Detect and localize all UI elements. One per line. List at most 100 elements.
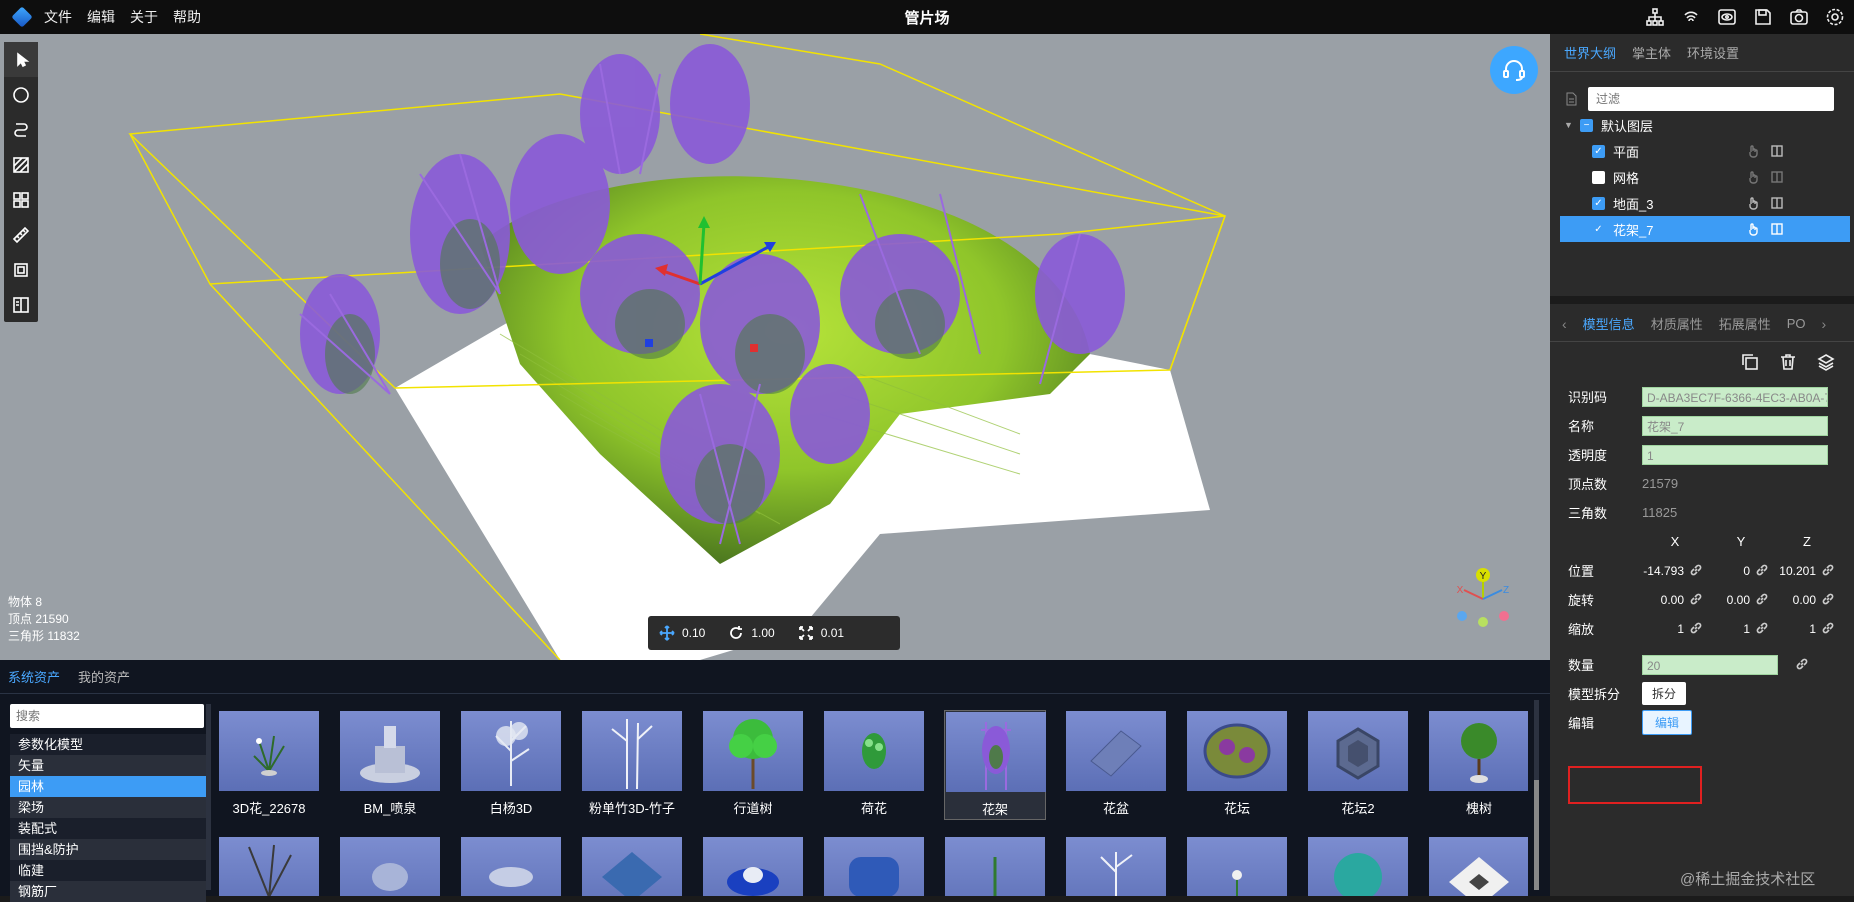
category-temporary[interactable]: 临建	[10, 860, 206, 881]
tree-root-layer[interactable]: ▼ − 默认图层	[1560, 112, 1850, 138]
layer-checkbox[interactable]: −	[1580, 118, 1593, 132]
category-garden[interactable]: 园林	[10, 776, 206, 797]
tab-material[interactable]: 材质属性	[1651, 314, 1703, 333]
edit-button[interactable]: 编辑	[1642, 710, 1693, 735]
category-prefab[interactable]: 装配式	[10, 818, 206, 839]
caret-down-icon[interactable]: ▼	[1564, 120, 1574, 130]
tab-po[interactable]: PO	[1787, 316, 1806, 331]
asset-item[interactable]	[1186, 836, 1288, 896]
asset-item[interactable]	[339, 836, 441, 896]
support-button[interactable]	[1490, 46, 1538, 94]
asset-item[interactable]: 3D花_22678	[218, 710, 320, 820]
node-checkbox[interactable]	[1592, 170, 1605, 184]
area-tool[interactable]	[4, 147, 38, 182]
asset-item[interactable]: 粉单竹3D-竹子	[581, 710, 683, 820]
rotate-step-value[interactable]: 1.00	[751, 626, 774, 640]
hierarchy-icon[interactable]	[1644, 6, 1666, 28]
tree-node-flower-frame[interactable]: ✓ 花架_7	[1560, 216, 1850, 242]
asset-item[interactable]	[1307, 836, 1409, 896]
link-icon[interactable]	[1756, 564, 1770, 578]
link-icon[interactable]	[1756, 593, 1770, 607]
asset-scrollbar[interactable]	[1534, 700, 1539, 890]
scale-y-field[interactable]: 1	[1708, 622, 1774, 636]
layers-icon[interactable]	[1816, 352, 1836, 372]
tree-node-ground[interactable]: ✓ 地面_3	[1560, 190, 1850, 216]
scale-icon[interactable]	[797, 624, 815, 642]
book-icon[interactable]	[1770, 196, 1784, 210]
link-icon[interactable]	[1690, 593, 1704, 607]
node-checkbox[interactable]: ✓	[1592, 222, 1605, 236]
tab-my-assets[interactable]: 我的资产	[78, 667, 130, 686]
count-field[interactable]: 20	[1642, 654, 1778, 675]
trash-icon[interactable]	[1778, 352, 1798, 372]
asset-item[interactable]: 白杨3D	[460, 710, 562, 820]
asset-item[interactable]	[581, 836, 683, 896]
asset-item[interactable]: BM_喷泉	[339, 710, 441, 820]
rotation-z-field[interactable]: 0.00	[1774, 593, 1840, 607]
category-parametric[interactable]: 参数化模型	[10, 734, 206, 755]
asset-item[interactable]	[218, 836, 320, 896]
asset-item[interactable]: 花坛	[1186, 710, 1288, 820]
tree-node-plane[interactable]: ✓ 平面	[1560, 138, 1850, 164]
hand-icon[interactable]	[1746, 170, 1760, 184]
book-icon[interactable]	[1770, 144, 1784, 158]
asset-item[interactable]: 槐树	[1428, 710, 1528, 820]
category-vector[interactable]: 矢量	[10, 755, 206, 776]
asset-item[interactable]	[823, 836, 925, 896]
menu-about[interactable]: 关于	[130, 7, 158, 27]
link-icon[interactable]	[1756, 622, 1770, 636]
link-icon[interactable]	[1796, 658, 1810, 672]
position-x-field[interactable]: -14.793	[1642, 564, 1708, 578]
save-icon[interactable]	[1752, 6, 1774, 28]
menu-file[interactable]: 文件	[44, 7, 72, 27]
hand-icon[interactable]	[1746, 196, 1760, 210]
tab-subject[interactable]: 掌主体	[1632, 43, 1671, 62]
eye-icon[interactable]	[1716, 6, 1738, 28]
rotation-x-field[interactable]: 0.00	[1642, 593, 1708, 607]
chevron-right-icon[interactable]: ›	[1822, 316, 1827, 332]
curve-tool[interactable]	[4, 112, 38, 147]
scale-x-field[interactable]: 1	[1642, 622, 1708, 636]
tab-world-outline[interactable]: 世界大纲	[1564, 43, 1616, 62]
tab-model-info[interactable]: 模型信息	[1583, 314, 1635, 333]
hand-icon[interactable]	[1746, 144, 1760, 158]
axis-gizmo[interactable]: Y X Z	[1448, 564, 1518, 634]
copy-icon[interactable]	[1740, 352, 1760, 372]
measure-tool[interactable]	[4, 217, 38, 252]
hand-icon[interactable]	[1746, 222, 1760, 236]
settings-icon[interactable]	[1824, 6, 1846, 28]
asset-item[interactable]	[460, 836, 562, 896]
grid-tool[interactable]	[4, 182, 38, 217]
tree-node-grid[interactable]: 网格	[1560, 164, 1850, 190]
scale-step-value[interactable]: 0.01	[821, 626, 844, 640]
asset-item[interactable]: 花盆	[1065, 710, 1167, 820]
node-checkbox[interactable]: ✓	[1592, 144, 1605, 158]
link-icon[interactable]	[1822, 622, 1836, 636]
position-y-field[interactable]: 0	[1708, 564, 1774, 578]
asset-item[interactable]	[702, 836, 804, 896]
asset-item[interactable]	[944, 836, 1046, 896]
asset-item[interactable]: 荷花	[823, 710, 925, 820]
category-scrollbar[interactable]	[206, 704, 211, 890]
menu-help[interactable]: 帮助	[173, 7, 201, 27]
link-icon[interactable]	[1822, 593, 1836, 607]
menu-edit[interactable]: 编辑	[87, 7, 115, 27]
node-checkbox[interactable]: ✓	[1592, 196, 1605, 210]
category-beam-yard[interactable]: 梁场	[10, 797, 206, 818]
move-icon[interactable]	[658, 624, 676, 642]
select-tool[interactable]	[4, 42, 38, 77]
asset-search-input[interactable]	[10, 704, 204, 728]
split-button[interactable]: 拆分	[1642, 682, 1687, 705]
scale-z-field[interactable]: 1	[1774, 622, 1840, 636]
category-rebar-plant[interactable]: 钢筋厂	[10, 881, 206, 902]
book-icon[interactable]	[1770, 170, 1784, 184]
3d-viewport[interactable]: 物体 8 顶点 21590 三角形 11832 0.10 1.00 0.01 Y…	[0, 34, 1550, 660]
name-field[interactable]: 花架_7	[1642, 415, 1828, 436]
asset-item[interactable]: 花坛2	[1307, 710, 1409, 820]
rotate-icon[interactable]	[727, 624, 745, 642]
link-icon[interactable]	[1822, 564, 1836, 578]
link-icon[interactable]	[1690, 622, 1704, 636]
book-icon[interactable]	[1770, 222, 1784, 236]
move-step-value[interactable]: 0.10	[682, 626, 705, 640]
bbox-tool[interactable]	[4, 252, 38, 287]
